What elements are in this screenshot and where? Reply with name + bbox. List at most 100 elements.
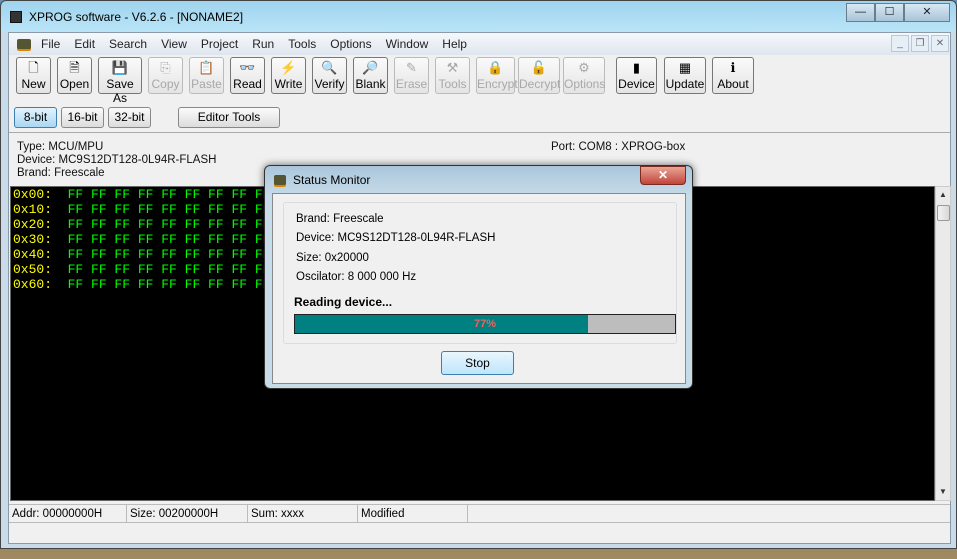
button-label: Options (564, 77, 606, 91)
hex-address: 0x00: (13, 187, 53, 202)
blank-button[interactable]: 🔎 Blank (353, 57, 388, 94)
update-button[interactable]: ▦ Update (664, 57, 706, 94)
vertical-scrollbar[interactable]: ▲ ▼ (935, 186, 951, 501)
save-as-button[interactable]: 💾 Save As (98, 57, 142, 105)
button-label: Blank (355, 77, 386, 91)
blank-check-icon: 🔎 (362, 60, 379, 75)
dialog-title: Status Monitor (293, 173, 371, 187)
app-icon (10, 11, 22, 23)
device-brand: Brand: Freescale (17, 167, 105, 179)
close-button[interactable]: ✕ (904, 3, 950, 22)
update-icon: ▦ (678, 60, 692, 75)
scroll-up-icon[interactable]: ▲ (936, 187, 950, 203)
new-file-icon: 🗋 (28, 60, 39, 75)
verify-button[interactable]: 🔍 Verify (312, 57, 347, 94)
minimize-button[interactable]: — (846, 3, 875, 22)
glasses-icon: 👓 (239, 60, 256, 75)
chip-menu-icon[interactable] (17, 39, 31, 49)
dialog-device: Device: MC9S12DT128-0L94R-FLASH (296, 232, 496, 244)
device-button[interactable]: ▮ Device (616, 57, 657, 94)
16-bit-button[interactable]: 16-bit (61, 107, 104, 128)
info-icon: ℹ (730, 60, 736, 75)
options-icon: ⚙ (578, 60, 590, 75)
hex-address: 0x20: (13, 217, 53, 232)
button-label: New (21, 77, 46, 91)
menu-file[interactable]: File (34, 37, 67, 51)
menu-bar: File Edit Search View Project Run Tools … (9, 33, 950, 55)
tools-button[interactable]: ⚒ Tools (435, 57, 470, 94)
device-type: Type: MCU/MPU (17, 141, 104, 153)
menu-project[interactable]: Project (194, 37, 245, 51)
copy-icon: ⎘ (160, 60, 171, 75)
decrypt-button[interactable]: 🔓 Decrypt (518, 57, 560, 94)
menu-tools[interactable]: Tools (281, 37, 323, 51)
progress-label: 77% (473, 318, 497, 330)
button-label: Read (233, 77, 262, 91)
scroll-thumb[interactable] (937, 205, 950, 221)
chip-icon (274, 175, 286, 185)
button-label: Update (665, 77, 705, 91)
mdi-restore-button[interactable]: ❐ (911, 35, 929, 52)
erase-button[interactable]: ✎ Erase (394, 57, 429, 94)
button-label: Verify (314, 77, 345, 91)
status-text: Reading device... (294, 295, 393, 309)
editor-tools-button[interactable]: Editor Tools (178, 107, 280, 128)
menu-run[interactable]: Run (245, 37, 281, 51)
menu-view[interactable]: View (154, 37, 194, 51)
status-addr: Addr: 00000000H (9, 505, 127, 522)
status-monitor-dialog: Status Monitor ✕ Brand: Freescale Device… (264, 165, 693, 389)
copy-button[interactable]: ⎘ Copy (148, 57, 183, 94)
8-bit-button[interactable]: 8-bit (14, 107, 57, 128)
mdi-close-button[interactable]: ✕ (931, 35, 949, 52)
button-label: Copy (151, 77, 180, 91)
window-title: XPROG software - V6.2.6 - [NONAME2] (29, 10, 244, 24)
menu-search[interactable]: Search (102, 37, 154, 51)
scroll-down-icon[interactable]: ▼ (936, 484, 950, 500)
read-button[interactable]: 👓 Read (230, 57, 265, 94)
32-bit-button[interactable]: 32-bit (108, 107, 151, 128)
device-name: Device: MC9S12DT128-0L94R-FLASH (17, 154, 217, 166)
open-file-icon: 🗎 (69, 60, 80, 75)
device-info-group: Brand: Freescale Device: MC9S12DT128-0L9… (283, 202, 677, 344)
lock-icon: 🔒 (487, 60, 504, 75)
options-button[interactable]: ⚙ Options (563, 57, 605, 94)
mdi-minimize-button[interactable]: _ (891, 35, 909, 52)
tools-icon: ⚒ (446, 60, 459, 75)
hex-address: 0x30: (13, 232, 53, 247)
status-sum: Sum: xxxx (248, 505, 358, 522)
button-label: About (717, 77, 749, 91)
port-info: Port: COM8 : XPROG-box (551, 141, 686, 153)
write-button[interactable]: ⚡ Write (271, 57, 306, 94)
maximize-button[interactable]: ☐ (875, 3, 904, 22)
button-label: Write (274, 77, 303, 91)
menu-edit[interactable]: Edit (67, 37, 102, 51)
chip-icon: ▮ (632, 60, 641, 75)
button-label: Save As (106, 77, 134, 105)
dialog-close-button[interactable]: ✕ (640, 166, 686, 185)
hex-address: 0x10: (13, 202, 53, 217)
button-label: Encrypt (477, 77, 518, 91)
about-button[interactable]: ℹ About (712, 57, 754, 94)
menu-options[interactable]: Options (323, 37, 378, 51)
toolbar: 🗋 New 🗎 Open 💾 Save As ⎘ Copy 📋 Paste 👓 Read ⚡ Write 🔍… (9, 56, 950, 105)
save-as-icon: 💾 (111, 60, 129, 75)
button-label: Device (618, 77, 655, 91)
encrypt-button[interactable]: 🔒 Encrypt (476, 57, 518, 94)
new-button[interactable]: 🗋 New (16, 57, 51, 94)
menu-help[interactable]: Help (435, 37, 474, 51)
dialog-size: Size: 0x20000 (296, 252, 369, 264)
paste-button[interactable]: 📋 Paste (189, 57, 224, 94)
magnifier-icon: 🔍 (321, 60, 338, 75)
stop-button[interactable]: Stop (441, 351, 514, 375)
divider (9, 132, 950, 133)
status-modified: Modified (358, 505, 468, 522)
menu-window[interactable]: Window (379, 37, 436, 51)
progress-bar: 77% (294, 314, 676, 334)
hex-address: 0x50: (13, 262, 53, 277)
unlock-icon: 🔓 (530, 60, 548, 75)
open-button[interactable]: 🗎 Open (57, 57, 92, 94)
button-label: Open (59, 77, 90, 91)
button-label: Paste (191, 77, 222, 91)
status-size: Size: 00200000H (127, 505, 248, 522)
button-label: Decrypt (519, 77, 561, 91)
